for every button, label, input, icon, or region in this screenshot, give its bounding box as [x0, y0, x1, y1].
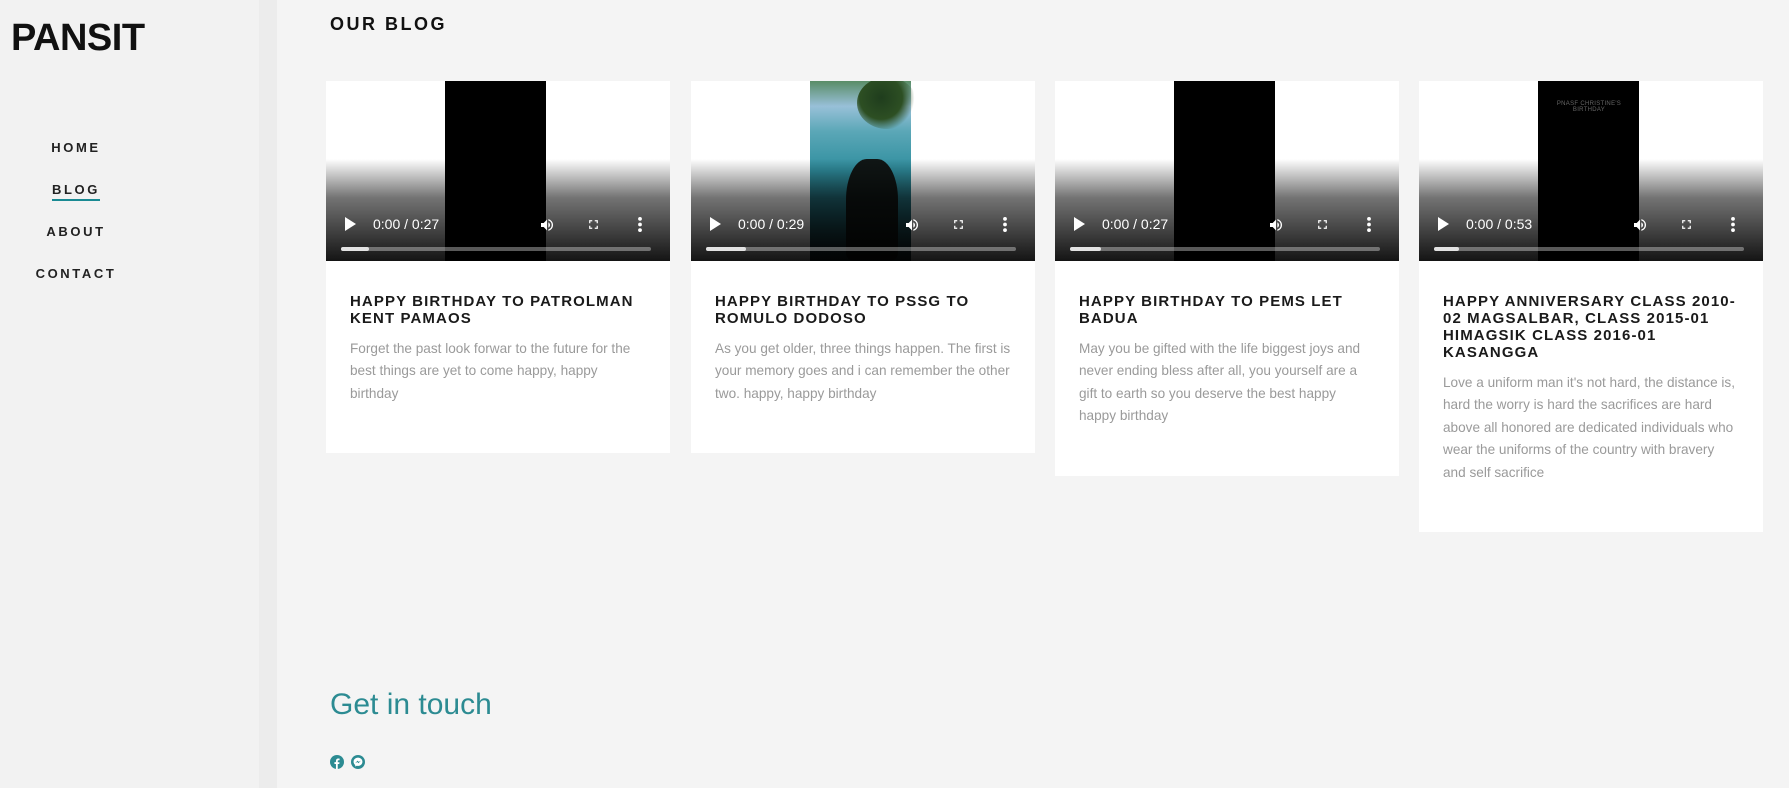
- card-body: HAPPY BIRTHDAY TO PEMS LET BADUA May you…: [1055, 261, 1399, 476]
- play-icon[interactable]: [708, 217, 721, 231]
- nav-item-label: HOME: [51, 140, 101, 155]
- post-excerpt: May you be gifted with the life biggest …: [1079, 341, 1361, 424]
- nav-item-label: ABOUT: [46, 224, 106, 239]
- nav-item-about[interactable]: ABOUT: [0, 222, 152, 264]
- post-title[interactable]: HAPPY BIRTHDAY TO PSSG TO ROMULO DODOSO: [715, 293, 1011, 327]
- video-player[interactable]: 0:00 / 0:27: [1055, 81, 1399, 261]
- fullscreen-icon[interactable]: [1315, 217, 1330, 232]
- nav-item-blog[interactable]: BLOG: [0, 180, 152, 222]
- video-time: 0:00 / 0:27: [1102, 216, 1169, 232]
- more-options-icon[interactable]: [1001, 216, 1009, 233]
- video-time: 0:00 / 0:53: [1466, 216, 1533, 232]
- social-links: [330, 755, 368, 769]
- play-icon[interactable]: [1072, 217, 1085, 231]
- nav-item-label: CONTACT: [35, 266, 117, 281]
- post-excerpt: As you get older, three things happen. T…: [715, 341, 1011, 401]
- site-logo[interactable]: PANSIT: [11, 17, 145, 60]
- get-in-touch-heading: Get in touch: [330, 688, 492, 721]
- video-controls: 0:00 / 0:27: [1055, 201, 1399, 261]
- volume-icon[interactable]: [538, 217, 556, 233]
- volume-icon[interactable]: [903, 217, 921, 233]
- video-seek-bar[interactable]: [341, 247, 651, 251]
- video-controls: 0:00 / 0:27: [326, 201, 670, 261]
- video-player[interactable]: 0:00 / 0:29: [691, 81, 1035, 261]
- video-seek-bar[interactable]: [1070, 247, 1380, 251]
- facebook-icon[interactable]: [330, 755, 344, 769]
- post-title[interactable]: HAPPY ANNIVERSARY CLASS 2010-02 MAGSALBA…: [1443, 293, 1739, 361]
- nav-item-label: BLOG: [52, 182, 100, 201]
- more-options-icon[interactable]: [1365, 216, 1373, 233]
- blog-card: 0:00 / 0:27 HAPPY BIRTHDAY TO PATROLMAN …: [326, 81, 670, 454]
- fullscreen-icon[interactable]: [951, 217, 966, 232]
- video-seek-bar[interactable]: [1434, 247, 1744, 251]
- video-seek-bar[interactable]: [706, 247, 1016, 251]
- video-controls: 0:00 / 0:53: [1419, 201, 1763, 261]
- messenger-icon[interactable]: [351, 755, 366, 769]
- video-player[interactable]: PNASF CHRISTINE'S BIRTHDAY 0:00 / 0:53: [1419, 81, 1763, 261]
- video-progress: [1070, 247, 1101, 251]
- post-excerpt: Love a uniform man it's not hard, the di…: [1443, 375, 1735, 480]
- volume-icon[interactable]: [1631, 217, 1649, 233]
- main-content: OUR BLOG 0:00 / 0:27 HAPPY BIRTHDAY TO P…: [277, 0, 1789, 788]
- post-title[interactable]: HAPPY BIRTHDAY TO PATROLMAN KENT PAMAOS: [350, 293, 646, 327]
- card-body: HAPPY BIRTHDAY TO PATROLMAN KENT PAMAOS …: [326, 261, 670, 453]
- volume-icon[interactable]: [1267, 217, 1285, 233]
- video-progress: [706, 247, 747, 251]
- card-body: HAPPY ANNIVERSARY CLASS 2010-02 MAGSALBA…: [1419, 261, 1763, 532]
- blog-card: PNASF CHRISTINE'S BIRTHDAY 0:00 / 0:53 H…: [1419, 81, 1763, 533]
- sidebar: PANSIT HOME BLOG ABOUT CONTACT: [0, 0, 259, 788]
- nav-item-contact[interactable]: CONTACT: [0, 264, 152, 306]
- video-time: 0:00 / 0:27: [373, 216, 440, 232]
- blog-card: 0:00 / 0:29 HAPPY BIRTHDAY TO PSSG TO RO…: [691, 81, 1035, 454]
- play-icon[interactable]: [343, 217, 356, 231]
- more-options-icon[interactable]: [636, 216, 644, 233]
- nav-item-home[interactable]: HOME: [0, 138, 152, 180]
- video-time: 0:00 / 0:29: [738, 216, 805, 232]
- card-body: HAPPY BIRTHDAY TO PSSG TO ROMULO DODOSO …: [691, 261, 1035, 453]
- blog-card: 0:00 / 0:27 HAPPY BIRTHDAY TO PEMS LET B…: [1055, 81, 1399, 476]
- more-options-icon[interactable]: [1729, 216, 1737, 233]
- section-title: OUR BLOG: [330, 14, 447, 34]
- post-excerpt: Forget the past look forwar to the futur…: [350, 341, 631, 401]
- main-nav: HOME BLOG ABOUT CONTACT: [0, 138, 152, 306]
- video-player[interactable]: 0:00 / 0:27: [326, 81, 670, 261]
- sidebar-divider: [259, 0, 277, 788]
- video-controls: 0:00 / 0:29: [691, 201, 1035, 261]
- video-progress: [1434, 247, 1459, 251]
- fullscreen-icon[interactable]: [1679, 217, 1694, 232]
- fullscreen-icon[interactable]: [586, 217, 601, 232]
- video-progress: [341, 247, 369, 251]
- poster-caption: PNASF CHRISTINE'S BIRTHDAY: [1556, 101, 1622, 113]
- play-icon[interactable]: [1436, 217, 1449, 231]
- post-title[interactable]: HAPPY BIRTHDAY TO PEMS LET BADUA: [1079, 293, 1375, 327]
